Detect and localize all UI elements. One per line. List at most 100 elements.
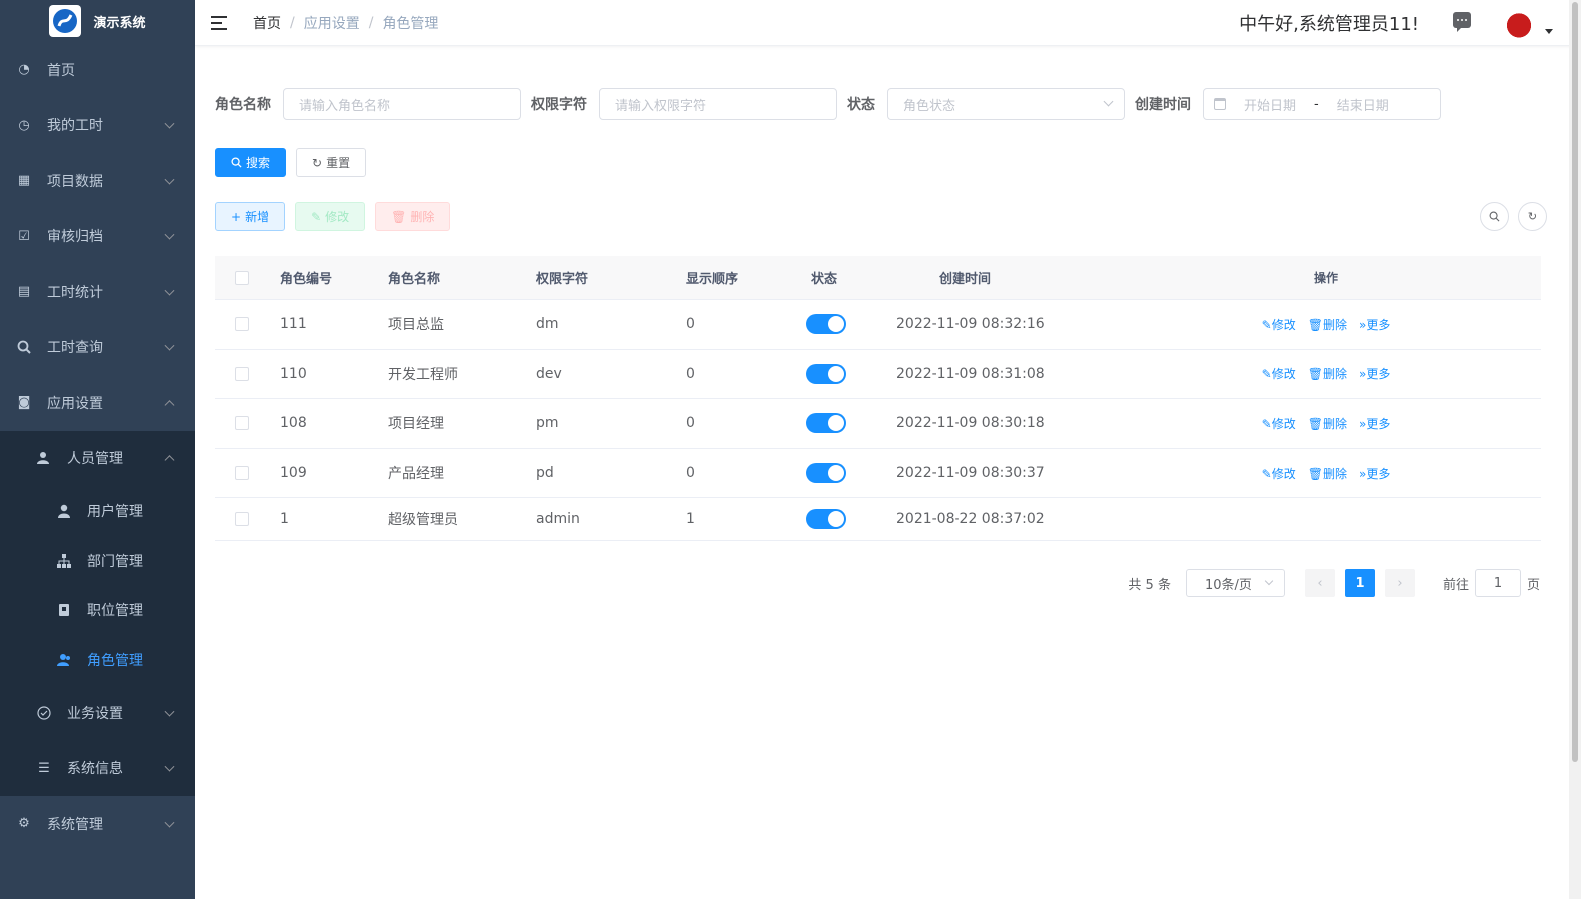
row-delete-button[interactable]: 🗑删除 (1308, 365, 1347, 382)
sidebar-item-home[interactable]: ◔ 首页 (0, 42, 195, 98)
role-key-input[interactable]: 请输入权限字符 (599, 88, 837, 120)
sidebar-item-label: 业务设置 (67, 705, 123, 722)
hamburger-icon[interactable] (211, 15, 229, 30)
page-size-select[interactable]: 10条/页 (1185, 569, 1285, 597)
page-number-current[interactable]: 1 (1344, 569, 1375, 597)
sidebar-item-people[interactable]: 人员管理 (0, 431, 195, 487)
caret-down-icon[interactable] (1545, 29, 1553, 34)
edit-button[interactable]: ✎ 修改 (295, 202, 366, 231)
sidebar-item-users[interactable]: 用户管理 (0, 486, 195, 536)
status-toggle[interactable] (806, 509, 846, 530)
cell-role-id: 108 (280, 415, 307, 432)
page-scrollbar[interactable] (1569, 0, 1581, 899)
plus-icon: + (231, 209, 242, 224)
table-icon: ▦ (17, 173, 31, 189)
role-name-input[interactable]: 请输入角色名称 (283, 88, 521, 120)
logo-icon (49, 5, 82, 37)
sidebar-item-system-info[interactable]: ☰ 系统信息 (0, 740, 195, 796)
sidebar-item-label: 角色管理 (87, 652, 143, 669)
row-delete-button[interactable]: 🗑删除 (1308, 465, 1347, 482)
status-select-placeholder: 角色状态 (903, 98, 956, 114)
sidebar-item-business-settings[interactable]: 业务设置 (0, 685, 195, 741)
header-role-name: 角色名称 (388, 272, 441, 287)
prev-page-button[interactable]: ‹ (1304, 569, 1335, 597)
row-delete-label: 删除 (1322, 416, 1347, 431)
row-delete-button[interactable]: 🗑删除 (1308, 316, 1347, 333)
refresh-table-button[interactable]: ↻ (1518, 202, 1547, 231)
pagination: 共 5 条 10条/页 ‹ 1 › 前往 1 页 (1128, 569, 1540, 597)
chevron-down-icon (164, 761, 175, 772)
cell-role-id: 109 (280, 465, 307, 482)
date-range-picker[interactable]: 开始日期 - 结束日期 (1203, 88, 1441, 120)
goto-label: 前往 (1442, 577, 1469, 593)
table-row: 111 项目总监 dm 0 2022-11-09 08:32:16 ✎修改 🗑删除 »更多 (215, 300, 1541, 350)
table-body: 111 项目总监 dm 0 2022-11-09 08:32:16 ✎修改 🗑删除 »更多 11… (215, 300, 1541, 542)
status-toggle[interactable] (806, 463, 846, 484)
message-icon[interactable] (1453, 12, 1471, 32)
logo[interactable]: 演示系统 (0, 0, 195, 42)
cell-role-id: 1 (280, 511, 289, 528)
goto-page-input[interactable]: 1 (1474, 569, 1521, 597)
submenu-app-settings: 人员管理 用户管理 部门管理 职位管理 角色管理 业务设置 ☰ 系统信息 (0, 430, 195, 796)
row-checkbox[interactable] (235, 416, 249, 431)
clock-icon: ◷ (18, 117, 30, 133)
sidebar-item-label: 审核归档 (47, 229, 103, 246)
row-more-button[interactable]: »更多 (1359, 365, 1390, 382)
reset-button[interactable]: ↻ 重置 (296, 148, 367, 177)
status-select[interactable]: 角色状态 (887, 88, 1125, 120)
row-more-button[interactable]: »更多 (1359, 465, 1390, 482)
chevron-down-icon (164, 706, 175, 717)
toggle-search-button[interactable] (1480, 202, 1509, 231)
sidebar-item-system-admin[interactable]: ⚙ 系统管理 (0, 796, 195, 852)
avatar[interactable] (1502, 5, 1536, 39)
breadcrumb-home[interactable]: 首页 (253, 13, 281, 33)
sidebar-item-posts[interactable]: 职位管理 (0, 585, 195, 635)
sidebar-item-label: 系统管理 (47, 816, 103, 833)
status-toggle[interactable] (806, 363, 846, 384)
edit-button-label: 修改 (325, 210, 350, 224)
row-edit-button[interactable]: ✎修改 (1262, 316, 1296, 333)
sidebar-item-my-hours[interactable]: ◷ 我的工时 (0, 98, 195, 154)
sidebar-item-review[interactable]: ☑ 审核归档 (0, 209, 195, 265)
row-more-button[interactable]: »更多 (1359, 316, 1390, 333)
search-button[interactable]: 搜索 (215, 148, 287, 177)
edit-icon: ✎ (311, 209, 322, 224)
sidebar-item-label: 人员管理 (67, 451, 123, 468)
cell-create-time: 2021-08-22 08:37:02 (896, 511, 1045, 528)
row-checkbox[interactable] (235, 512, 249, 527)
row-edit-label: 修改 (1271, 416, 1296, 431)
reset-button-label: 重置 (326, 156, 351, 170)
add-button[interactable]: + 新增 (215, 202, 286, 231)
select-all-checkbox[interactable] (235, 270, 249, 285)
sidebar-item-roles[interactable]: 角色管理 (0, 635, 195, 685)
row-edit-button[interactable]: ✎修改 (1262, 465, 1296, 482)
delete-button[interactable]: 🗑 删除 (375, 202, 451, 231)
sidebar-item-departments[interactable]: 部门管理 (0, 536, 195, 586)
sidebar-item-hour-query[interactable]: 工时查询 (0, 320, 195, 376)
row-edit-button[interactable]: ✎修改 (1262, 415, 1296, 432)
row-select-cell (215, 512, 269, 527)
next-page-button[interactable]: › (1384, 569, 1415, 597)
search-button-label: 搜索 (246, 156, 271, 170)
row-delete-button[interactable]: 🗑删除 (1308, 415, 1347, 432)
sidebar-item-hour-stats[interactable]: ▤ 工时统计 (0, 264, 195, 320)
cell-role-key: pm (536, 415, 559, 432)
breadcrumb-app-settings[interactable]: 应用设置 (304, 13, 360, 33)
dashboard-icon: ◔ (18, 62, 30, 78)
start-date-input[interactable]: 开始日期 (1244, 95, 1296, 114)
status-toggle[interactable] (806, 413, 846, 434)
scrollbar-thumb[interactable] (1572, 2, 1578, 762)
end-date-input[interactable]: 结束日期 (1337, 95, 1389, 114)
row-checkbox[interactable] (235, 317, 249, 332)
row-checkbox[interactable] (235, 466, 249, 481)
chevron-down-icon (164, 817, 175, 828)
add-button-label: 新增 (245, 210, 270, 224)
search-form: 角色名称 请输入角色名称 权限字符 请输入权限字符 状态 角色状态 创建时间 开… (215, 88, 1441, 120)
row-checkbox[interactable] (235, 366, 249, 381)
row-more-button[interactable]: »更多 (1359, 415, 1390, 432)
status-toggle[interactable] (806, 314, 846, 335)
row-edit-button[interactable]: ✎修改 (1262, 365, 1296, 382)
sidebar-item-project-data[interactable]: ▦ 项目数据 (0, 153, 195, 209)
sidebar-item-app-settings[interactable]: ◙ 应用设置 (0, 375, 195, 431)
cell-status (806, 363, 896, 384)
